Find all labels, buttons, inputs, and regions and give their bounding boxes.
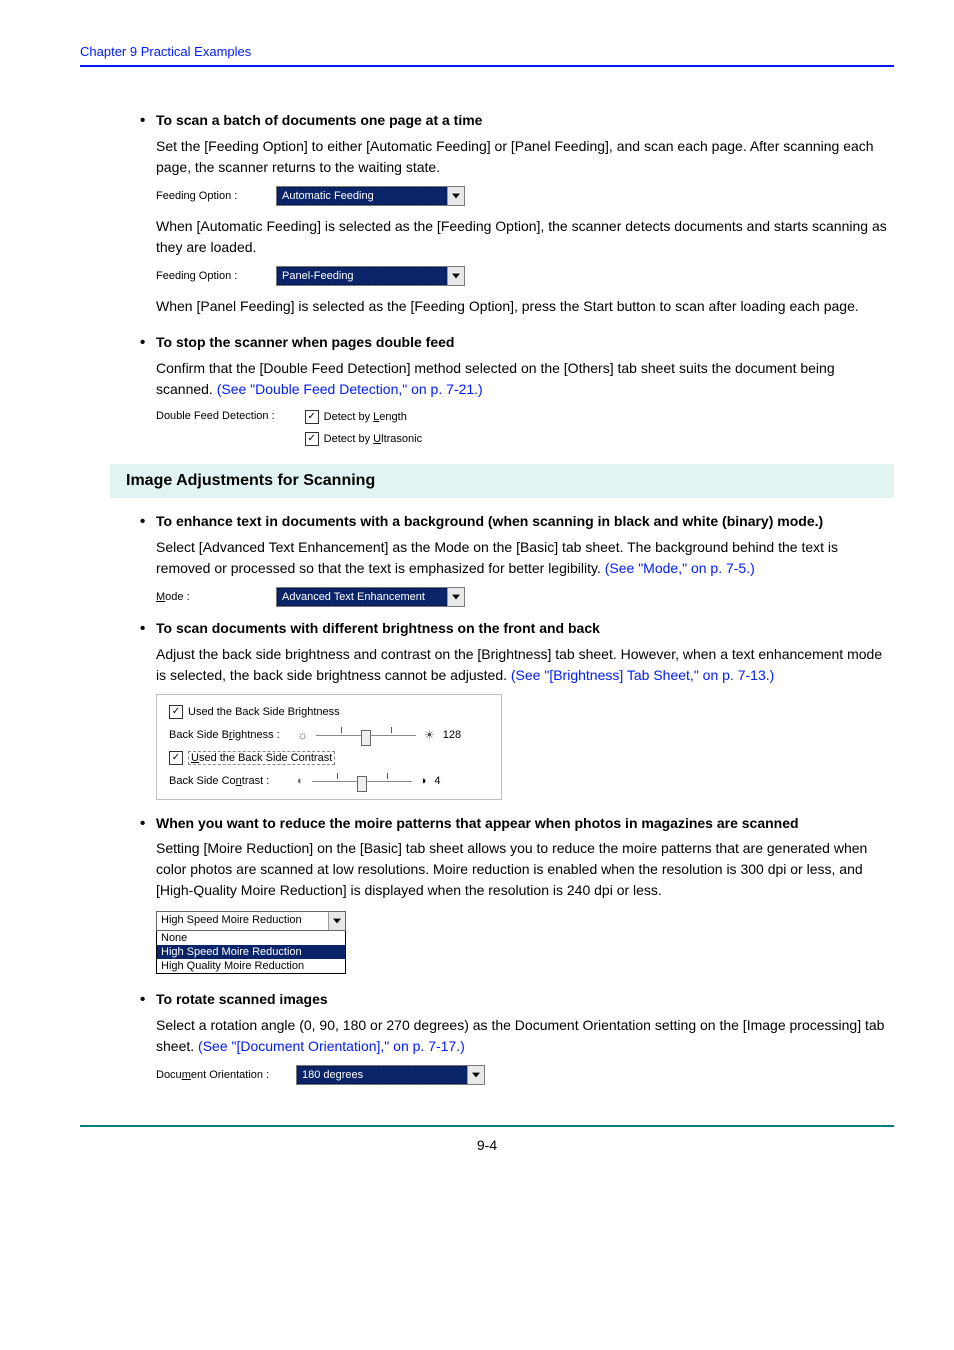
heading-rotate: To rotate scanned images — [140, 990, 894, 1009]
slider-brightness[interactable] — [316, 727, 416, 743]
combo-option-highquality[interactable]: High Quality Moire Reduction — [157, 959, 345, 973]
combo-text: Advanced Text Enhancement — [277, 588, 447, 606]
link-brightness-tab[interactable]: (See "[Brightness] Tab Sheet," on p. 7-1… — [511, 667, 774, 683]
sun-low-icon: ☼ — [297, 728, 308, 742]
combo-feeding-option-panel[interactable]: Panel-Feeding — [276, 266, 465, 286]
contrast-high-icon: ◑ — [420, 775, 427, 787]
page-number: 9-4 — [80, 1137, 894, 1153]
link-document-orientation[interactable]: (See "[Document Orientation]," on p. 7-1… — [198, 1038, 465, 1054]
combo-text: High Speed Moire Reduction — [157, 912, 328, 930]
combo-moire-reduction[interactable]: High Speed Moire Reduction None High Spe… — [156, 911, 346, 974]
body-text: Setting [Moire Reduction] on the [Basic]… — [156, 838, 894, 901]
chevron-down-icon[interactable] — [328, 912, 345, 930]
chevron-down-icon[interactable] — [447, 267, 464, 285]
heading-enhance-text: To enhance text in documents with a back… — [140, 512, 894, 531]
combo-mode[interactable]: Advanced Text Enhancement — [276, 587, 465, 607]
combo-text: Automatic Feeding — [277, 187, 447, 205]
body-text: Adjust the back side brightness and cont… — [156, 644, 894, 686]
body-text: When [Automatic Feeding] is selected as … — [156, 216, 894, 258]
heading-batch-scan: To scan a batch of documents one page at… — [140, 111, 894, 130]
combo-orientation[interactable]: 180 degrees — [296, 1065, 485, 1085]
checkbox-label: Used the Back Side Contrast — [188, 751, 335, 765]
label-orientation: Document Orientation : — [156, 1069, 296, 1081]
body-text: Select a rotation angle (0, 90, 180 or 2… — [156, 1015, 894, 1057]
brightness-panel: Used the Back Side Brightness Back Side … — [156, 694, 502, 800]
combo-list: None High Speed Moire Reduction High Qua… — [156, 931, 346, 974]
checkbox-label: Detect by Length — [324, 411, 407, 423]
label-back-contrast: Back Side Contrast : — [169, 775, 289, 787]
header-rule — [80, 65, 894, 67]
body-text: Select [Advanced Text Enhancement] as th… — [156, 537, 894, 579]
label-feeding-option: Feeding Option : — [156, 270, 276, 282]
combo-feeding-option-auto[interactable]: Automatic Feeding — [276, 186, 465, 206]
body-text: Confirm that the [Double Feed Detection]… — [156, 358, 894, 400]
checkbox-detect-length[interactable] — [305, 410, 319, 424]
link-double-feed[interactable]: (See "Double Feed Detection," on p. 7-21… — [217, 381, 483, 397]
combo-text: 180 degrees — [297, 1066, 467, 1084]
chevron-down-icon[interactable] — [447, 187, 464, 205]
checkbox-backside-contrast[interactable] — [169, 751, 183, 765]
heading-double-feed: To stop the scanner when pages double fe… — [140, 333, 894, 352]
combo-text: Panel-Feeding — [277, 267, 447, 285]
chevron-down-icon[interactable] — [447, 588, 464, 606]
label-back-brightness: Back Side Brightness : — [169, 729, 289, 741]
section-heading: Image Adjustments for Scanning — [110, 464, 894, 498]
value-contrast: 4 — [434, 775, 440, 787]
footer-rule — [80, 1125, 894, 1127]
body-text: When [Panel Feeding] is selected as the … — [156, 296, 894, 317]
label-mode: Mode : — [156, 591, 276, 603]
link-mode[interactable]: (See "Mode," on p. 7-5.) — [605, 560, 755, 576]
combo-option-none[interactable]: None — [157, 931, 345, 945]
sun-high-icon: ☀ — [424, 728, 435, 742]
contrast-low-icon: ◐ — [297, 775, 304, 787]
page-header: Chapter 9 Practical Examples — [80, 44, 894, 59]
checkbox-label: Used the Back Side Brightness — [188, 706, 340, 718]
checkbox-label: Detect by Ultrasonic — [324, 433, 422, 445]
heading-moire: When you want to reduce the moire patter… — [140, 814, 894, 833]
checkbox-backside-brightness[interactable] — [169, 705, 183, 719]
chevron-down-icon[interactable] — [467, 1066, 484, 1084]
label-feeding-option: Feeding Option : — [156, 190, 276, 202]
checkbox-detect-ultrasonic[interactable] — [305, 432, 319, 446]
combo-option-highspeed[interactable]: High Speed Moire Reduction — [157, 945, 345, 959]
label-double-feed: Double Feed Detection : — [156, 410, 275, 446]
value-brightness: 128 — [443, 729, 461, 741]
heading-front-back-brightness: To scan documents with different brightn… — [140, 619, 894, 638]
body-text: Set the [Feeding Option] to either [Auto… — [156, 136, 894, 178]
slider-contrast[interactable] — [312, 773, 412, 789]
